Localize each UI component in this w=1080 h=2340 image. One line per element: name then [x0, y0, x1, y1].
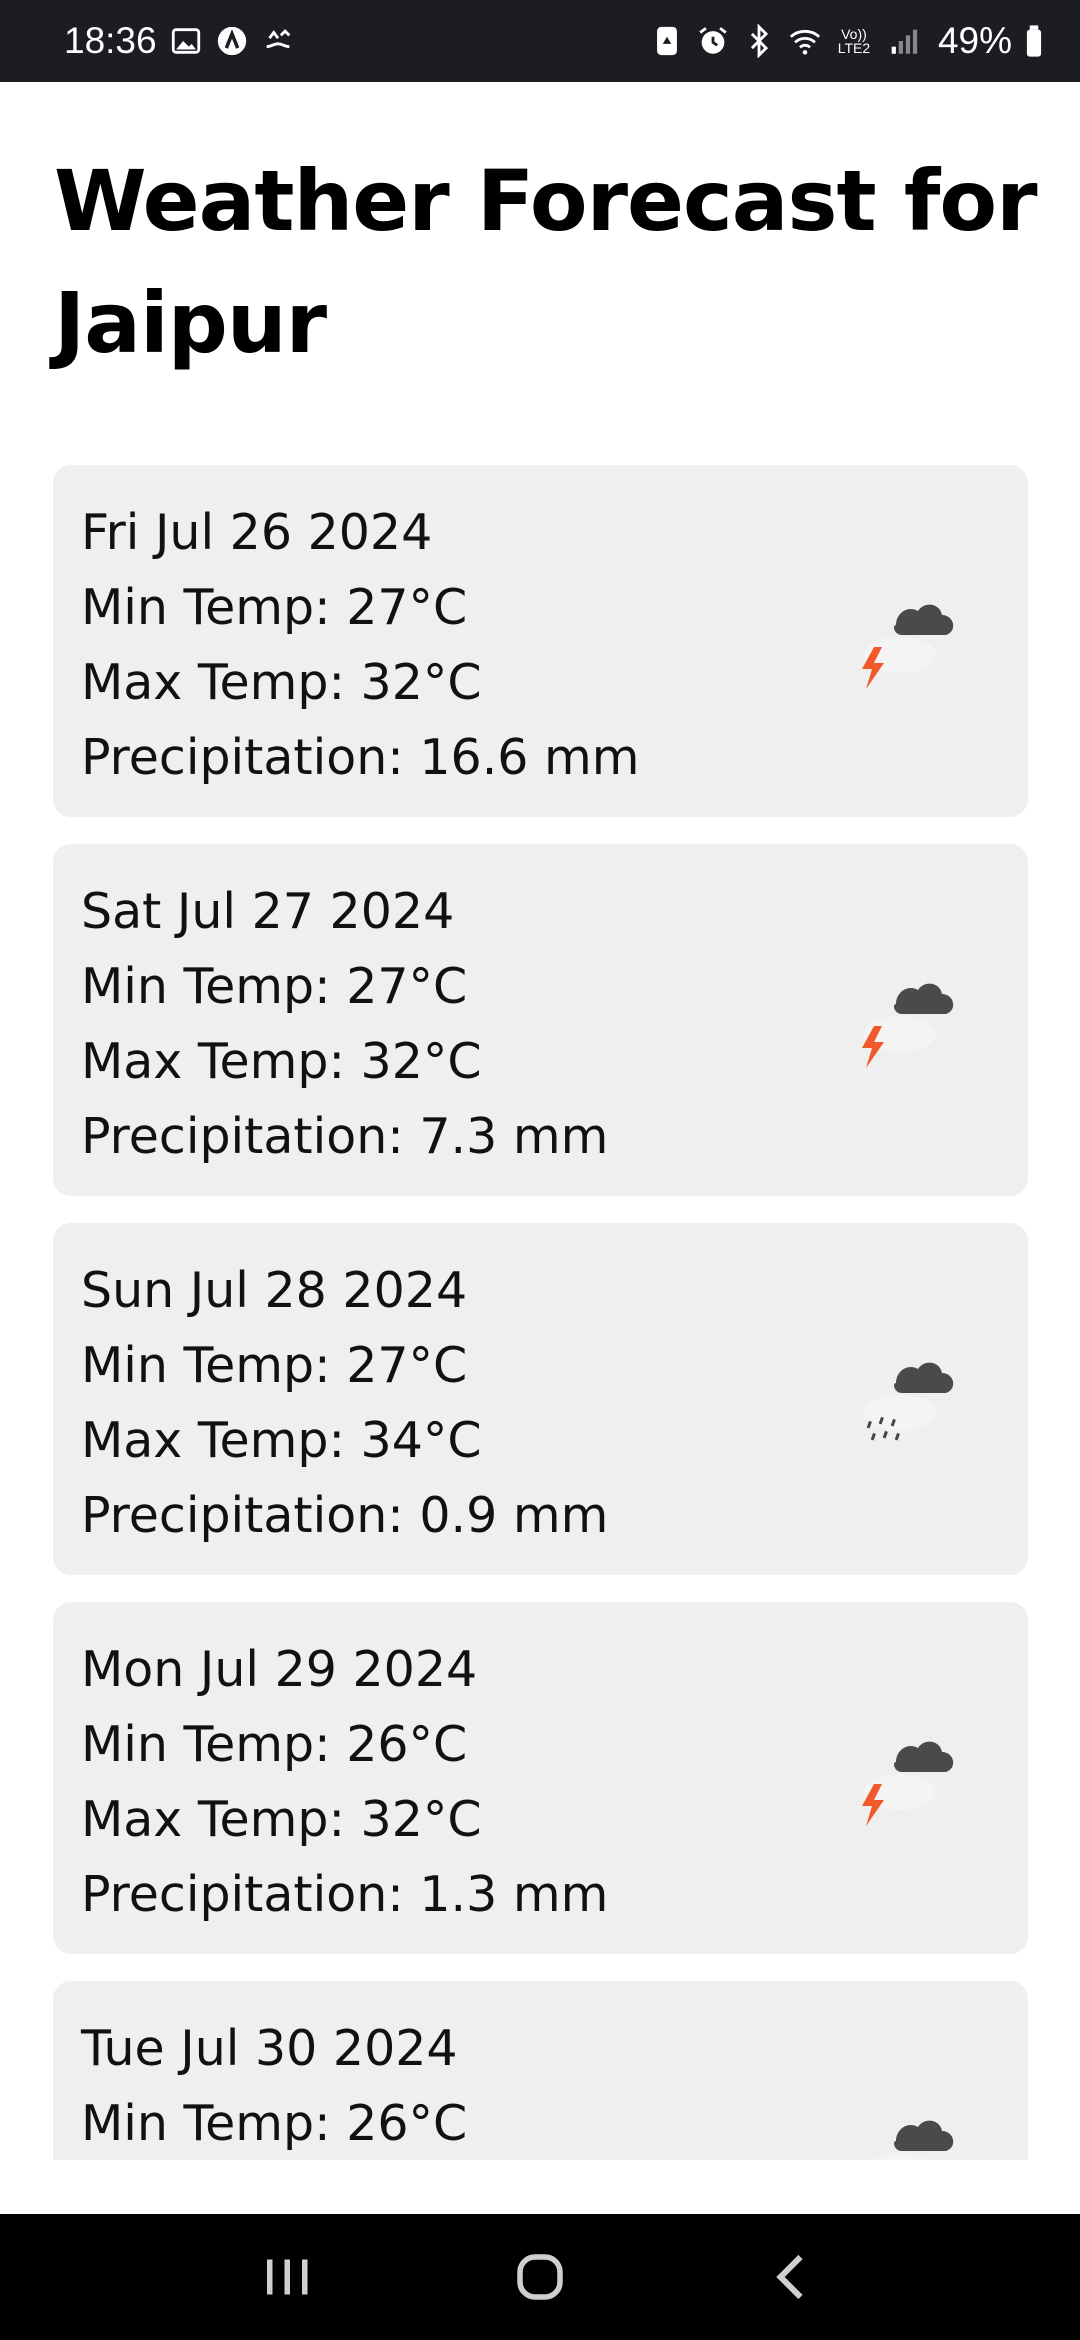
rain-cloud-icon — [838, 1333, 978, 1463]
forecast-date: Sun Jul 28 2024 — [81, 1262, 468, 1319]
status-bar: 18:36 Vo)) LTE2 49% — [0, 0, 1080, 82]
forecast-date: Fri Jul 26 2024 — [81, 504, 433, 561]
thunderstorm-icon — [838, 954, 978, 1084]
forecast-precipitation: Precipitation: 0.9 mm — [81, 1487, 609, 1544]
forecast-card[interactable]: Tue Jul 30 2024 Min Temp: 26°C — [53, 1981, 1028, 2160]
page-title: Weather Forecast for Jaipur — [54, 152, 1038, 372]
volte-label: Vo)) LTE2 — [837, 26, 871, 56]
thunderstorm-icon — [838, 1712, 978, 1842]
forecast-card[interactable]: Fri Jul 26 2024 Min Temp: 27°C Max Temp:… — [53, 465, 1028, 817]
thunderstorm-icon — [838, 2091, 978, 2160]
nfc-icon — [650, 24, 684, 58]
forecast-precipitation: Precipitation: 7.3 mm — [81, 1108, 609, 1165]
clock: 18:36 — [64, 20, 157, 61]
forecast-date: Tue Jul 30 2024 — [81, 2020, 458, 2077]
status-bar-right: Vo)) LTE2 49% — [650, 20, 1044, 62]
forecast-precipitation: Precipitation: 1.3 mm — [81, 1866, 609, 1923]
signal-icon — [886, 24, 920, 58]
thunderstorm-icon — [838, 575, 978, 705]
back-icon[interactable] — [748, 2232, 838, 2322]
forecast-card[interactable]: Sun Jul 28 2024 Min Temp: 27°C Max Temp:… — [53, 1223, 1028, 1575]
forecast-card[interactable]: Mon Jul 29 2024 Min Temp: 26°C Max Temp:… — [53, 1602, 1028, 1954]
gallery-icon — [169, 24, 203, 58]
wifi-icon — [788, 24, 822, 58]
battery-icon — [1024, 24, 1044, 58]
status-bar-left: 18:36 — [64, 20, 295, 62]
home-icon[interactable] — [495, 2232, 585, 2322]
alarm-icon — [696, 24, 730, 58]
recent-apps-icon[interactable] — [242, 2232, 332, 2322]
app-a-icon — [215, 24, 249, 58]
forecast-date: Mon Jul 29 2024 — [81, 1641, 478, 1698]
forecast-precipitation: Precipitation: 16.6 mm — [81, 729, 640, 786]
battery-percent: 49% — [937, 20, 1012, 61]
navigation-bar — [0, 2214, 1080, 2340]
forecast-list[interactable]: Fri Jul 26 2024 Min Temp: 27°C Max Temp:… — [53, 465, 1028, 2160]
forecast-card[interactable]: Sat Jul 27 2024 Min Temp: 27°C Max Temp:… — [53, 844, 1028, 1196]
bluetooth-icon — [742, 24, 776, 58]
hand-icon — [261, 24, 295, 58]
forecast-date: Sat Jul 27 2024 — [81, 883, 455, 940]
